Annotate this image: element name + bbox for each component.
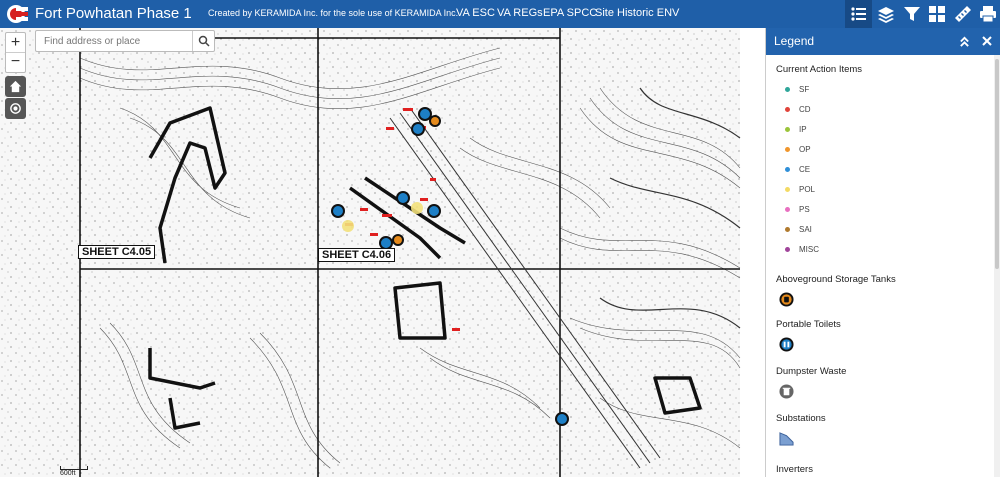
- link-epa-spcc[interactable]: EPA SPCC: [543, 7, 597, 19]
- layer-title-storage-tanks: Aboveground Storage Tanks: [776, 274, 896, 285]
- layers-icon: [877, 7, 894, 23]
- locate-button[interactable]: [5, 98, 26, 119]
- action-item-ce: CE: [785, 165, 810, 174]
- legend-panel: Legend Current Action Items SF CD IP OP …: [765, 28, 1000, 477]
- ps-dot-icon: [785, 207, 790, 212]
- action-item-op: OP: [785, 145, 811, 154]
- action-item-sai: SAI: [785, 225, 812, 234]
- sheet-label-c406: SHEET C4.06: [318, 248, 396, 262]
- collapse-legend-button[interactable]: [956, 33, 972, 49]
- search-box: [35, 30, 215, 52]
- sheet-label-c405: SHEET C4.05: [78, 245, 156, 259]
- close-icon: [982, 36, 992, 46]
- legend-scroll-thumb[interactable]: [995, 59, 999, 269]
- zoom-in-button[interactable]: +: [6, 33, 25, 52]
- measure-button[interactable]: [949, 0, 976, 28]
- basemap-gallery-button[interactable]: [923, 0, 950, 28]
- layer-title-substations: Substations: [776, 413, 826, 424]
- link-site-historic-env[interactable]: Site Historic ENV: [595, 7, 679, 19]
- pol-dot-icon: [785, 187, 790, 192]
- misc-dot-icon: [785, 247, 790, 252]
- filter-icon: [903, 7, 920, 21]
- link-va-esc[interactable]: VA ESC: [456, 7, 495, 19]
- measure-icon: [954, 6, 971, 22]
- legend-content: Current Action Items SF CD IP OP CE POL …: [766, 55, 994, 477]
- legend-header: Legend: [766, 28, 1000, 55]
- ce-dot-icon: [785, 167, 790, 172]
- layer-title-current-action-items: Current Action Items: [776, 64, 863, 75]
- layer-title-portable-toilets: Portable Toilets: [776, 319, 841, 330]
- home-icon: [9, 80, 22, 93]
- link-va-regs[interactable]: VA REGs: [497, 7, 543, 19]
- print-icon: [979, 6, 996, 23]
- chevron-up-double-icon: [959, 36, 969, 47]
- action-item-cd: CD: [785, 105, 811, 114]
- portable-toilet-icon: [779, 337, 794, 352]
- legend-scrollbar[interactable]: [994, 55, 1000, 477]
- zoom-control: + −: [5, 32, 26, 73]
- action-item-ps: PS: [785, 205, 810, 214]
- layer-title-inverters: Inverters: [776, 464, 813, 475]
- basemap-gallery-icon: [928, 6, 945, 22]
- sf-dot-icon: [785, 87, 790, 92]
- scale-label: 600ft: [60, 470, 76, 477]
- search-input[interactable]: [36, 31, 192, 51]
- legend-button[interactable]: [845, 0, 872, 28]
- keramida-logo: [7, 5, 28, 23]
- filter-button[interactable]: [898, 0, 925, 28]
- action-item-sf: SF: [785, 85, 809, 94]
- layer-title-dumpster-waste: Dumpster Waste: [776, 366, 847, 377]
- home-button[interactable]: [5, 76, 26, 97]
- cd-dot-icon: [785, 107, 790, 112]
- ip-dot-icon: [785, 127, 790, 132]
- legend-icon: [850, 7, 866, 21]
- scale-bar: 600ft: [60, 466, 88, 477]
- storage-tank-icon: [779, 292, 794, 307]
- action-item-pol: POL: [785, 185, 815, 194]
- print-button[interactable]: [974, 0, 1000, 28]
- app-title: Fort Powhatan Phase 1: [35, 5, 192, 22]
- map-view[interactable]: SHEET C4.05 SHEET C4.06 + − 600ft: [0, 28, 765, 477]
- dumpster-icon: [779, 384, 794, 399]
- app-subtitle: Created by KERAMIDA Inc. for the sole us…: [208, 8, 459, 18]
- op-dot-icon: [785, 147, 790, 152]
- action-item-ip: IP: [785, 125, 807, 134]
- zoom-out-button[interactable]: −: [6, 52, 25, 71]
- search-icon: [198, 35, 210, 47]
- action-item-misc: MISC: [785, 245, 819, 254]
- close-legend-button[interactable]: [979, 33, 995, 49]
- search-button[interactable]: [192, 31, 214, 51]
- app-header: Fort Powhatan Phase 1 Created by KERAMID…: [0, 0, 1000, 28]
- layers-button[interactable]: [872, 0, 899, 28]
- substation-icon: [779, 432, 794, 446]
- legend-title: Legend: [774, 34, 815, 48]
- locate-icon: [10, 103, 21, 114]
- sai-dot-icon: [785, 227, 790, 232]
